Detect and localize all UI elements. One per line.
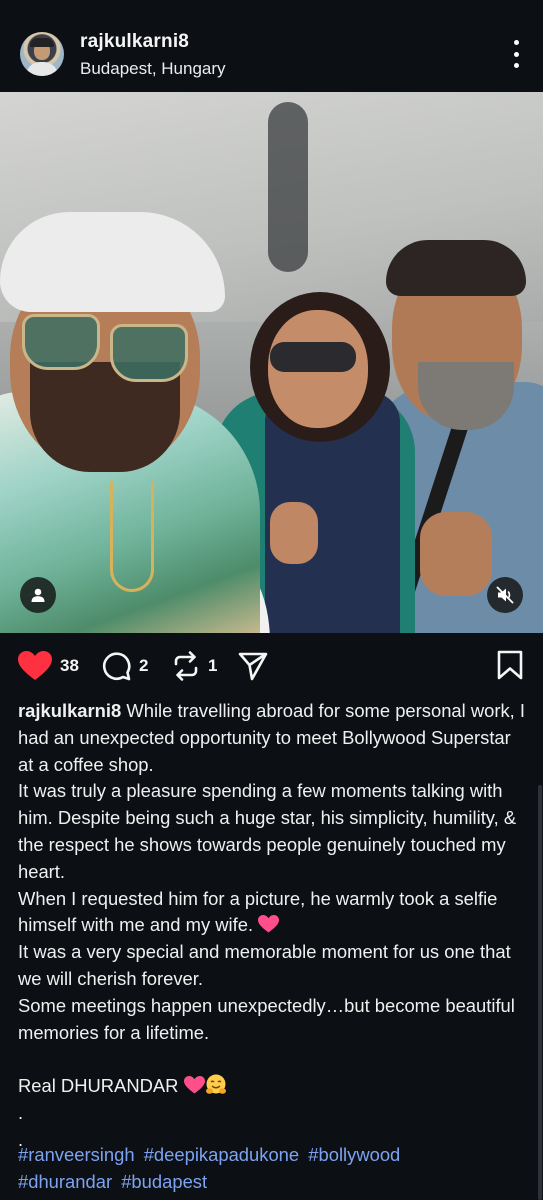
caption-line: Real DHURANDAR — [18, 1075, 179, 1097]
post-location[interactable]: Budapest, Hungary — [80, 59, 226, 79]
caption-paragraph-7: . — [18, 1100, 528, 1127]
hashtag-link[interactable]: #deepikapadukone — [144, 1144, 299, 1165]
hugging-face-emoji-icon — [205, 1074, 226, 1094]
bookmark-icon[interactable] — [497, 650, 523, 680]
photo-woman-sunglasses — [270, 342, 356, 372]
caption-paragraph-4: It was a very special and memorable mome… — [18, 939, 528, 993]
hashtag-link[interactable]: #ranveersingh — [18, 1144, 135, 1165]
comment-count[interactable]: 2 — [139, 656, 148, 676]
photo-woman-hand — [270, 502, 318, 564]
post-username[interactable]: rajkulkarni8 — [80, 31, 189, 53]
like-count[interactable]: 38 — [60, 656, 79, 676]
hashtag-link[interactable]: #budapest — [121, 1171, 207, 1192]
share-button[interactable] — [238, 651, 268, 686]
more-options-icon[interactable] — [509, 38, 523, 70]
mute-icon[interactable] — [487, 577, 523, 613]
repost-count[interactable]: 1 — [208, 656, 217, 676]
caption-username[interactable]: rajkulkarni8 — [18, 700, 121, 721]
photo-man-hand — [420, 512, 492, 596]
caption-line: Some meetings happen unexpectedly…but be… — [18, 994, 515, 1043]
hashtag-link[interactable]: #dhurandar — [18, 1171, 112, 1192]
post-actions-bar: 38 2 1 — [0, 633, 543, 697]
like-button[interactable]: 38 — [18, 651, 79, 681]
photo-man-hair — [386, 240, 526, 296]
hashtag-link[interactable]: #bollywood — [308, 1144, 400, 1165]
photo-pedestrian — [268, 102, 308, 272]
avatar[interactable] — [20, 32, 64, 76]
comment-icon[interactable] — [101, 651, 131, 681]
comment-button[interactable]: 2 — [101, 651, 148, 681]
post-caption: rajkulkarni8 While travelling abroad for… — [18, 698, 528, 1154]
scrollbar-thumb[interactable] — [538, 785, 542, 1200]
caption-paragraph-1: rajkulkarni8 While travelling abroad for… — [18, 698, 528, 778]
pink-heart-emoji-icon — [183, 1076, 205, 1094]
save-button[interactable] — [497, 650, 523, 685]
post-image[interactable] — [0, 92, 543, 633]
caption-paragraph-6: Real DHURANDAR — [18, 1073, 528, 1100]
pink-heart-emoji-icon — [258, 915, 280, 933]
hashtag-list: #ranveersingh #deepikapadukone #bollywoo… — [18, 1142, 528, 1196]
photo-sunglasses-left-lens — [22, 314, 100, 370]
caption-paragraph-2: It was truly a pleasure spending a few m… — [18, 778, 528, 885]
photo-sunglasses-right-lens — [110, 324, 188, 382]
caption-paragraph-5: Some meetings happen unexpectedly…but be… — [18, 993, 528, 1047]
avatar-cap — [30, 38, 54, 47]
photo-gold-chain — [110, 482, 154, 592]
repost-button[interactable]: 1 — [172, 651, 217, 681]
caption-line: . — [18, 1101, 24, 1123]
post-header: rajkulkarni8 Budapest, Hungary — [0, 0, 543, 92]
avatar-shirt — [26, 62, 58, 76]
send-icon[interactable] — [238, 651, 268, 681]
tagged-users-icon[interactable] — [20, 577, 56, 613]
heart-icon[interactable] — [18, 651, 52, 681]
repost-icon[interactable] — [172, 651, 200, 681]
caption-paragraph-3: When I requested him for a picture, he w… — [18, 886, 528, 940]
caption-line: It was a very special and memorable mome… — [18, 941, 511, 989]
caption-line: It was truly a pleasure spending a few m… — [18, 780, 517, 882]
